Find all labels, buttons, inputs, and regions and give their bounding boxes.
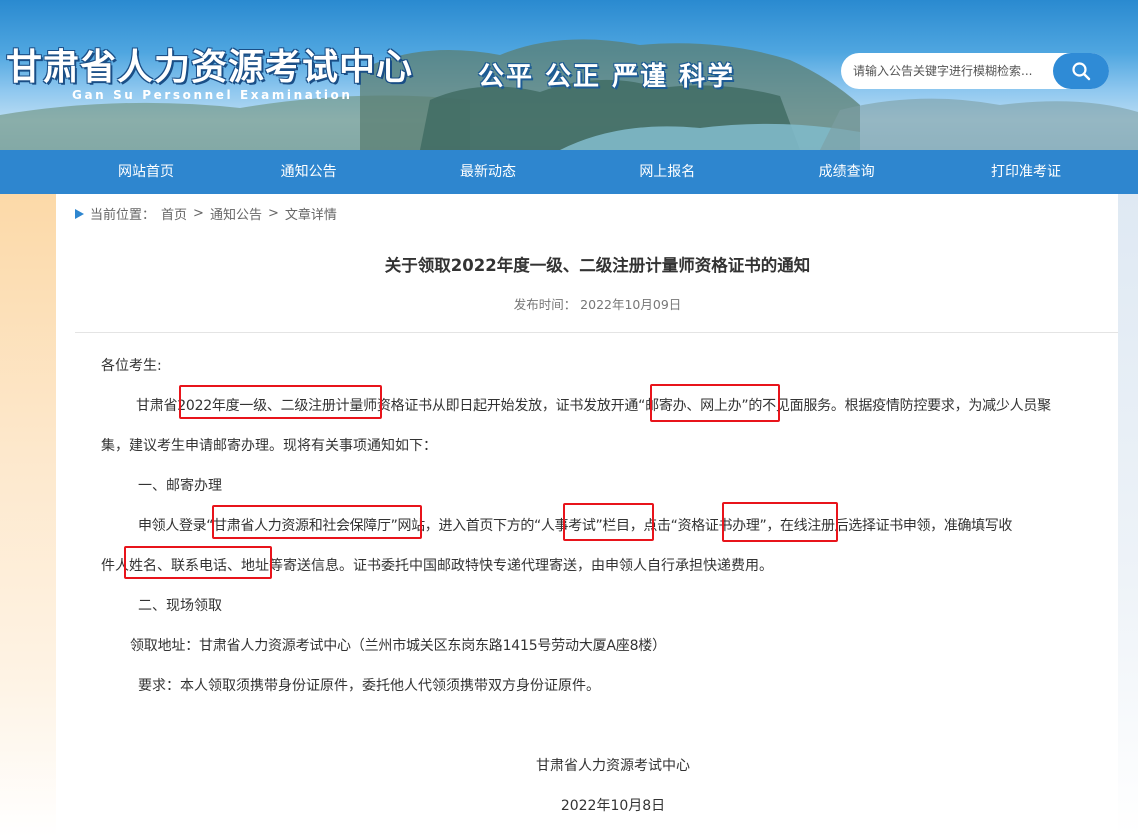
search-icon [1072, 62, 1091, 81]
nav-score-query[interactable]: 成绩查询 [757, 150, 936, 194]
search-button[interactable] [1053, 53, 1109, 89]
breadcrumb-separator: > [193, 206, 204, 221]
nav-home[interactable]: 网站首页 [73, 150, 219, 194]
nav-notices[interactable]: 通知公告 [219, 150, 398, 194]
article-greeting: 各位考生: [101, 358, 162, 374]
search-input[interactable] [853, 62, 1053, 80]
breadcrumb-arrow-icon [75, 208, 84, 219]
site-logo-title: 甘肃省人力资源考试中心 [6, 47, 414, 88]
left-decoration [0, 194, 56, 837]
highlight-box [722, 502, 838, 542]
article-requirement: 要求：本人领取须携带身份证原件，委托他人代领须携带双方身份证原件。 [138, 678, 600, 694]
signature-date: 2022年10月8日 [560, 798, 666, 814]
signature-organization: 甘肃省人力资源考试中心 [536, 758, 690, 774]
site-logo-subtitle: Gan Su Personnel Examination [72, 88, 353, 102]
article-title: 关于领取2022年度一级、二级注册计量师资格证书的通知 [384, 256, 811, 275]
breadcrumb-current: 文章详情 [284, 208, 337, 223]
article-pickup-address: 领取地址：甘肃省人力资源考试中心（兰州市城关区东岗东路1415号劳动大厦A座8楼… [130, 638, 666, 654]
breadcrumb-separator: > [267, 206, 279, 221]
main-nav: 网站首页 通知公告 最新动态 网上报名 成绩查询 打印准考证 [0, 150, 1138, 194]
article-heading-mail: 一、邮寄办理 [138, 478, 222, 494]
highlight-box [650, 384, 780, 422]
search-box [841, 53, 1109, 89]
site-header: 甘肃省人力资源考试中心 Gan Su Personnel Examination… [0, 0, 1138, 150]
nav-news[interactable]: 最新动态 [398, 150, 577, 194]
article-heading-onsite: 二、现场领取 [138, 598, 222, 614]
breadcrumb-label: 当前位置： [90, 208, 156, 223]
article-paragraph-1-line-2: 集，建议考生申请邮寄办理。现将有关事项通知如下： [101, 438, 437, 454]
breadcrumb: 当前位置： 首页 > 通知公告 > 文章详情 [75, 204, 343, 223]
highlight-box [212, 505, 422, 539]
right-decoration [1118, 194, 1138, 837]
site-slogan: 公平 公正 严谨 科学 [478, 62, 736, 92]
highlight-box [124, 546, 272, 579]
nav-online-registration[interactable]: 网上报名 [578, 150, 757, 194]
highlight-box [179, 385, 382, 419]
article-publish-date: 发布时间： 2022年10月09日 [513, 297, 682, 312]
highlight-box [563, 503, 654, 541]
nav-print-admission-ticket[interactable]: 打印准考证 [936, 150, 1115, 194]
title-divider [75, 332, 1118, 333]
breadcrumb-home-link[interactable]: 首页 [161, 204, 187, 223]
breadcrumb-section-link[interactable]: 通知公告 [210, 204, 262, 223]
